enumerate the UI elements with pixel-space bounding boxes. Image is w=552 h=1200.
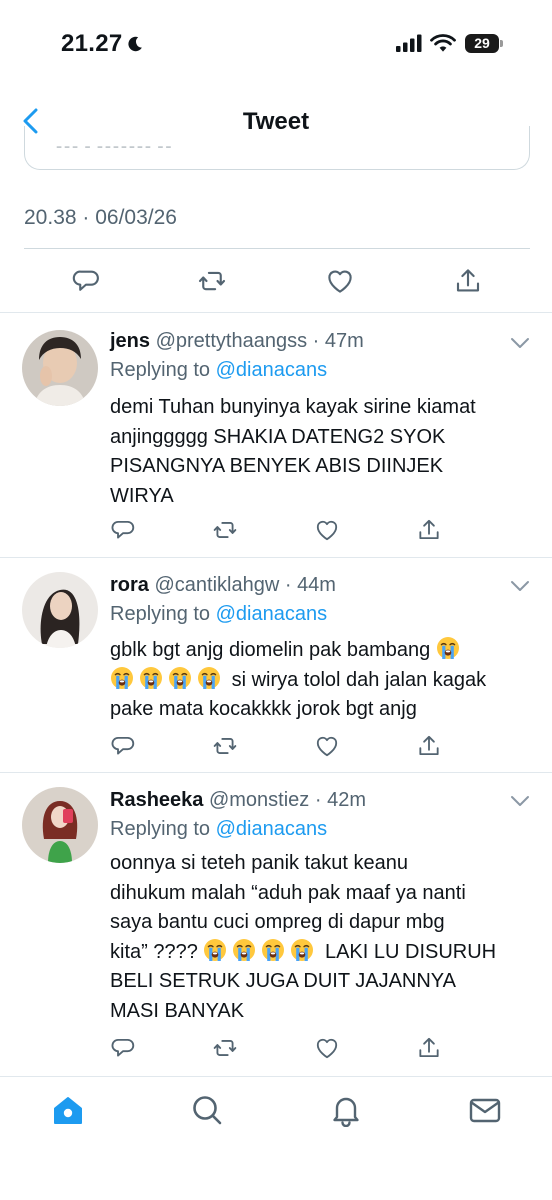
text-line: BELI SETRUK JUGA DUIT JAJANNYA: [110, 970, 457, 993]
status-bar: 21.27 29: [0, 0, 552, 90]
cellular-signal-icon: [396, 34, 422, 52]
heart-icon[interactable]: [325, 266, 355, 296]
quoted-tweet-cut-off-text: ⁃⁃⁃ ⁃ ⁃⁃⁃⁃⁃⁃⁃ ⁃⁃: [55, 140, 173, 157]
avatar[interactable]: [22, 787, 98, 863]
chevron-down-icon[interactable]: [510, 795, 530, 807]
loudly-crying-face-emoji: [168, 666, 192, 690]
mention-link[interactable]: @dianacans: [216, 359, 327, 381]
mention-link[interactable]: @dianacans: [216, 818, 327, 840]
reply-icon[interactable]: [110, 517, 136, 543]
text-line: gblk bgt anjg diomelin pak bambang: [110, 636, 530, 666]
replying-label: Replying to: [110, 359, 211, 381]
avatar[interactable]: [22, 330, 98, 406]
reply-header: rora @cantiklahgw · 44m: [110, 574, 336, 596]
chevron-down-icon[interactable]: [510, 580, 530, 592]
reply-age: 44m: [297, 574, 336, 596]
retweet-icon[interactable]: [212, 1035, 238, 1061]
reply-age: 47m: [324, 330, 364, 352]
text-span: si wirya tolol dah jalan kagak: [231, 668, 487, 691]
mention-link[interactable]: @dianacans: [216, 603, 327, 625]
replying-to: Replying to @dianacans: [110, 818, 327, 841]
text-line: si wirya tolol dah jalan kagak: [110, 666, 530, 696]
reply-tweet[interactable]: rora @cantiklahgw · 44m Replying to @dia…: [0, 558, 552, 772]
text-line: PISANGNYA BENYEK ABIS DIINJEK: [110, 455, 444, 478]
loudly-crying-face-emoji: [197, 666, 221, 690]
user-handle[interactable]: @monstiez: [209, 789, 309, 811]
replying-to: Replying to @dianacans: [110, 603, 327, 626]
loudly-crying-face-emoji: [261, 938, 285, 962]
home-icon[interactable]: [51, 1093, 85, 1127]
text-line: WIRYA: [110, 484, 174, 507]
loudly-crying-face-emoji: [139, 666, 163, 690]
heart-icon[interactable]: [314, 517, 340, 543]
quoted-tweet-card[interactable]: ⁃⁃⁃ ⁃ ⁃⁃⁃⁃⁃⁃⁃ ⁃⁃: [24, 126, 530, 170]
display-name[interactable]: Rasheeka: [110, 789, 203, 811]
text-span: kita” ????: [110, 940, 198, 963]
reply-actions: [0, 517, 552, 549]
user-handle[interactable]: @prettythaangss: [156, 330, 308, 352]
retweet-icon[interactable]: [197, 266, 227, 296]
reply-icon[interactable]: [110, 1035, 136, 1061]
wifi-icon: [430, 34, 456, 52]
notifications-bell-icon[interactable]: [329, 1093, 363, 1127]
heart-icon[interactable]: [314, 733, 340, 759]
battery-icon: 29: [465, 34, 503, 53]
reply-tweet[interactable]: jens @prettythaangss · 47m Replying to @…: [0, 313, 552, 557]
bottom-tab-bar: [0, 1076, 552, 1200]
loudly-crying-face-emoji: [232, 938, 256, 962]
battery-level: 29: [465, 34, 499, 53]
share-icon[interactable]: [416, 733, 442, 759]
retweet-icon[interactable]: [212, 517, 238, 543]
reply-text: gblk bgt anjg diomelin pak bambang si wi…: [110, 636, 530, 725]
user-handle[interactable]: @cantiklahgw: [154, 574, 279, 596]
text-line: oonnya si teteh panik takut keanu: [110, 852, 408, 874]
text-line: saya bantu cuci ompreg di dapur mbg: [110, 911, 445, 934]
heart-icon[interactable]: [314, 1035, 340, 1061]
messages-mail-icon[interactable]: [468, 1093, 502, 1127]
text-line: MASI BANYAK: [110, 999, 245, 1022]
text-span: gblk bgt anjg diomelin pak bambang: [110, 639, 431, 661]
reply-actions: [0, 733, 552, 765]
tweet-actions: [0, 255, 552, 307]
reply-icon[interactable]: [71, 266, 101, 296]
loudly-crying-face-emoji: [436, 636, 460, 660]
tweet-timestamp: 20.38 · 06/03/26: [24, 206, 177, 229]
loudly-crying-face-emoji: [290, 938, 314, 962]
loudly-crying-face-emoji: [110, 666, 134, 690]
replying-to: Replying to @dianacans: [110, 359, 327, 382]
retweet-icon[interactable]: [212, 733, 238, 759]
display-name[interactable]: rora: [110, 574, 149, 596]
search-icon[interactable]: [190, 1093, 224, 1127]
avatar[interactable]: [22, 572, 98, 648]
replying-label: Replying to: [110, 818, 211, 840]
text-line: dihukum malah “aduh pak maaf ya nanti: [110, 881, 466, 904]
text-line: anjinggggg SHAKIA DATENG2 SYOK: [110, 425, 446, 448]
share-icon[interactable]: [453, 266, 483, 296]
reply-text: oonnya si teteh panik takut keanu dihuku…: [110, 849, 530, 1027]
display-name[interactable]: jens: [110, 330, 150, 352]
share-icon[interactable]: [416, 1035, 442, 1061]
replying-label: Replying to: [110, 603, 211, 625]
reply-tweet[interactable]: Rasheeka @monstiez · 42m Replying to @di…: [0, 773, 552, 1075]
text-line: pake mata kocakkkk jorok bgt anjg: [110, 698, 417, 721]
divider: [24, 248, 530, 249]
moon-icon: [128, 36, 142, 52]
reply-header: jens @prettythaangss · 47m: [110, 330, 364, 352]
loudly-crying-face-emoji: [203, 938, 227, 962]
reply-text: demi Tuhan bunyinya kayak sirine kiamat …: [110, 393, 530, 511]
reply-actions: [0, 1035, 552, 1067]
reply-header: Rasheeka @monstiez · 42m: [110, 789, 366, 811]
text-line: kita” ???? LAKI LU DISURUH: [110, 938, 530, 968]
chevron-down-icon[interactable]: [510, 337, 530, 349]
share-icon[interactable]: [416, 517, 442, 543]
status-time: 21.27: [61, 30, 123, 57]
battery-tip: [500, 40, 503, 47]
text-line: demi Tuhan bunyinya kayak sirine kiamat: [110, 396, 476, 418]
reply-age: 42m: [327, 789, 366, 811]
text-span: LAKI LU DISURUH: [324, 940, 497, 963]
reply-icon[interactable]: [110, 733, 136, 759]
